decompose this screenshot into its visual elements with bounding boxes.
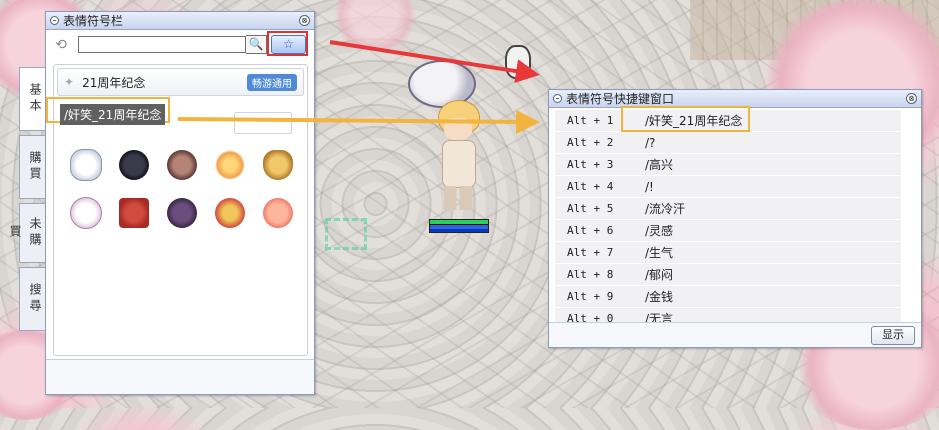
shortcut-value: /? <box>645 135 656 150</box>
favorite-star-icon[interactable]: ☆ <box>271 35 306 54</box>
shortcut-row[interactable]: Alt + 8/郁闷 <box>555 264 901 286</box>
shortcut-key: Alt + 7 <box>567 246 614 259</box>
tab-not-purchased[interactable]: 未購買 <box>8 203 45 263</box>
shortcut-key: Alt + 5 <box>567 202 614 215</box>
character-body <box>442 140 476 188</box>
emote-slot[interactable] <box>234 112 292 134</box>
shortcut-key: Alt + 3 <box>567 158 614 171</box>
emote-jester-icon[interactable] <box>206 189 254 237</box>
emote-shortcut-window: 表情符号快捷键窗口 ⊗ Alt + 1/奸笑_21周年纪念 Alt + 2/? … <box>548 89 922 348</box>
sp-bar <box>430 224 488 229</box>
category-tabs: 基本 購買 未購買 搜尋 <box>8 67 46 335</box>
monster-sprite[interactable] <box>505 45 531 79</box>
shortcut-row[interactable]: Alt + 5/流冷汗 <box>555 198 901 220</box>
shortcut-value: /流冷汗 <box>645 202 686 216</box>
emote-window-titlebar[interactable]: 表情符号栏 ⊗ <box>46 12 314 30</box>
category-row-21st-anniversary[interactable]: ✦ 21周年纪念 畅游通用 <box>57 68 304 96</box>
player-character[interactable] <box>420 100 490 220</box>
search-icon[interactable]: 🔍 <box>246 35 267 54</box>
emote-fairy-icon[interactable] <box>158 189 206 237</box>
search-input[interactable] <box>78 36 246 53</box>
sparkle-icon: ✦ <box>64 75 75 89</box>
emote-window-footer <box>46 359 314 394</box>
minimize-icon[interactable] <box>553 94 562 103</box>
minimize-icon[interactable] <box>50 16 59 25</box>
emote-devil-icon[interactable] <box>110 141 158 189</box>
shortcut-row[interactable]: Alt + 2 /? <box>555 132 901 154</box>
category-label: 21周年纪念 <box>82 75 146 90</box>
shortcut-key: Alt + 8 <box>567 268 614 281</box>
shortcut-key: Alt + 6 <box>567 224 614 237</box>
shortcut-row[interactable]: Alt + 7/生气 <box>555 242 901 264</box>
shortcut-highlight-box <box>621 106 750 132</box>
shortcut-value: /高兴 <box>645 158 674 172</box>
favorite-highlight-box: ☆ <box>267 31 308 56</box>
shortcut-key: Alt + 2 <box>567 136 614 149</box>
emote-ghost-icon[interactable] <box>62 141 110 189</box>
shortcut-window-title: 表情符号快捷键窗口 <box>566 92 675 106</box>
character-face <box>444 118 472 140</box>
tab-purchased[interactable]: 購買 <box>19 135 45 199</box>
emote-bunny-icon[interactable] <box>62 189 110 237</box>
emote-flying-blob-icon[interactable] <box>254 189 302 237</box>
shortcut-value: /郁闷 <box>645 268 674 282</box>
ground-cursor <box>325 218 367 250</box>
refresh-icon[interactable]: ⟲ <box>52 36 70 54</box>
emote-sun-sparkle-icon[interactable] <box>206 141 254 189</box>
emote-monkey-icon[interactable] <box>158 141 206 189</box>
emote-grid <box>62 141 302 237</box>
shortcut-row[interactable]: Alt + 9/金钱 <box>555 286 901 308</box>
shortcut-row[interactable]: Alt + 6/灵感 <box>555 220 901 242</box>
category-badge: 畅游通用 <box>247 73 297 91</box>
shortcut-window-footer: 显示 <box>549 322 921 347</box>
shortcut-value: /金钱 <box>645 290 674 304</box>
shortcut-list: Alt + 1/奸笑_21周年纪念 Alt + 2/? Alt + 3/高兴 A… <box>555 110 901 330</box>
emote-window: 表情符号栏 ⊗ ⟲ 🔍 ☆ 基本 購買 未購買 搜尋 ✦ 21周年纪念 畅游通用 <box>8 11 315 395</box>
emote-onion-icon[interactable] <box>254 141 302 189</box>
shortcut-key: Alt + 9 <box>567 290 614 303</box>
shortcut-row[interactable]: Alt + 4 /! <box>555 176 901 198</box>
shortcut-value: /灵感 <box>645 224 674 238</box>
tab-basic[interactable]: 基本 <box>19 67 45 131</box>
show-button[interactable]: 显示 <box>871 326 915 345</box>
emote-tooltip: /奸笑_21周年纪念 <box>60 104 166 125</box>
shortcut-value: /! <box>645 179 654 194</box>
tab-search[interactable]: 搜尋 <box>19 267 45 331</box>
emote-gift-box-icon[interactable] <box>110 189 158 237</box>
player-hp-sp-bar <box>429 219 489 233</box>
character-legs <box>444 186 472 210</box>
shortcut-value: /生气 <box>645 246 674 260</box>
close-icon[interactable]: ⊗ <box>906 93 917 104</box>
close-icon[interactable]: ⊗ <box>299 15 310 26</box>
search-row: ⟲ 🔍 <box>52 35 267 54</box>
emote-window-title: 表情符号栏 <box>63 14 124 28</box>
shortcut-key: Alt + 4 <box>567 180 614 193</box>
shortcut-row[interactable]: Alt + 3/高兴 <box>555 154 901 176</box>
